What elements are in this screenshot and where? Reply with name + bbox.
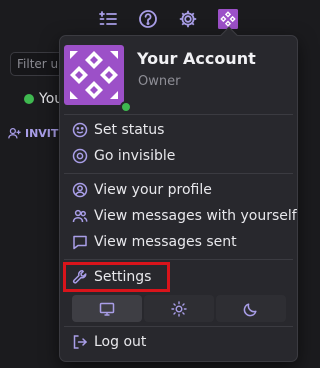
add-person-icon [8, 127, 21, 139]
account-status-dot [120, 101, 132, 113]
theme-system-button[interactable] [72, 295, 142, 322]
theme-dark-button[interactable] [216, 295, 286, 322]
sun-icon [171, 300, 187, 317]
help-icon[interactable] [136, 7, 160, 31]
view-profile-menu-item[interactable]: View your profile [72, 179, 212, 201]
divider [64, 326, 293, 327]
go-invisible-label: Go invisible [94, 148, 176, 164]
theme-switcher [72, 295, 286, 322]
account-dropdown-menu: Your Account Owner Set status Go invisib… [59, 26, 298, 362]
theme-light-button[interactable] [144, 295, 214, 322]
log-out-label: Log out [94, 334, 147, 350]
view-messages-self-menu-item[interactable]: View messages with yourself [72, 205, 297, 227]
invite-button[interactable]: INVITE [8, 127, 66, 140]
profile-icon [72, 182, 88, 198]
account-avatar [64, 45, 124, 105]
list-icon[interactable] [96, 7, 120, 31]
log-out-menu-item[interactable]: Log out [72, 331, 146, 353]
set-status-label: Set status [94, 122, 165, 138]
divider [64, 259, 293, 260]
divider [64, 173, 293, 174]
invisible-icon [72, 148, 88, 164]
logout-icon [73, 335, 88, 349]
account-role: Owner [138, 74, 181, 89]
top-toolbar [0, 0, 305, 38]
gear-icon[interactable] [176, 7, 200, 31]
view-profile-label: View your profile [94, 182, 212, 198]
users-icon [72, 209, 88, 223]
divider [64, 114, 293, 115]
view-messages-self-label: View messages with yourself [94, 208, 297, 224]
view-messages-sent-label: View messages sent [94, 234, 237, 250]
account-name: Your Account [137, 49, 256, 68]
set-status-menu-item[interactable]: Set status [72, 119, 164, 141]
online-status-dot [24, 94, 34, 104]
settings-highlight-box [63, 262, 170, 292]
go-invisible-menu-item[interactable]: Go invisible [72, 145, 175, 167]
moon-icon [243, 302, 257, 316]
view-messages-sent-menu-item[interactable]: View messages sent [72, 231, 237, 253]
message-icon [73, 235, 87, 250]
smiley-icon [72, 122, 88, 138]
user-list-item[interactable]: You [24, 91, 63, 107]
monitor-icon [99, 302, 115, 316]
